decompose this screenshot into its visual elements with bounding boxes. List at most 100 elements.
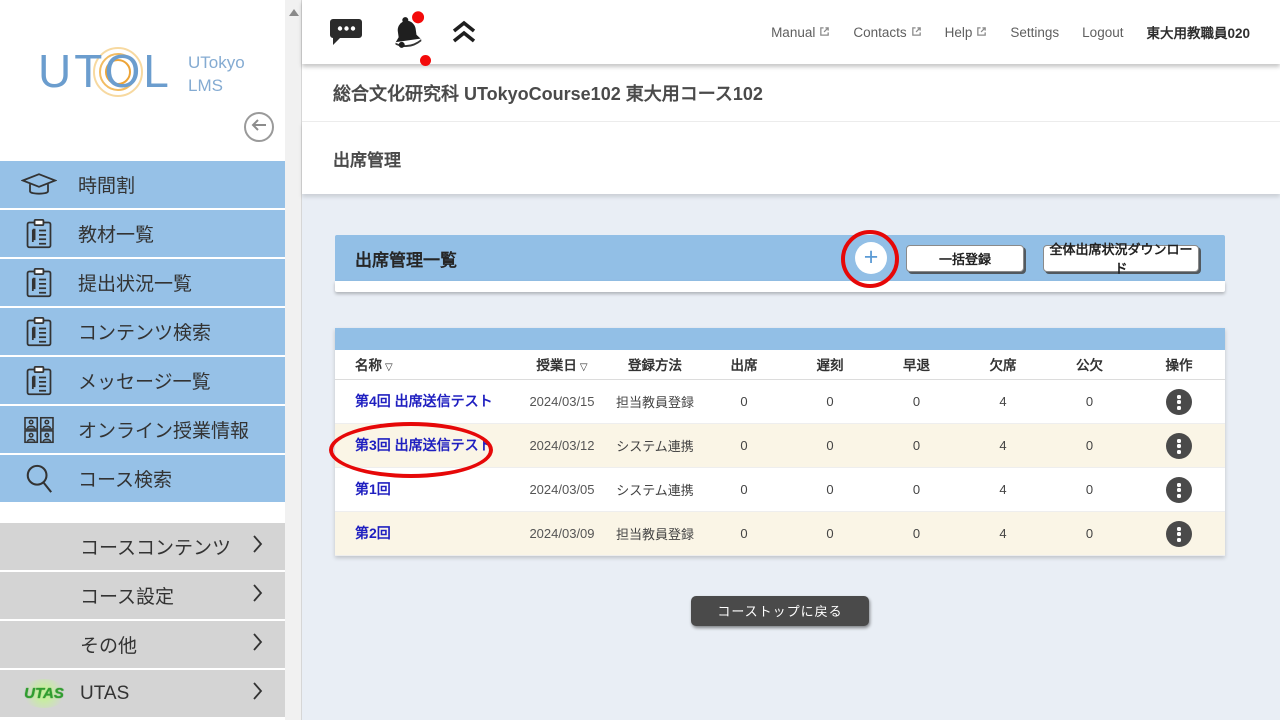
present-count: 0 <box>701 423 787 467</box>
chat-icon[interactable] <box>329 18 363 46</box>
header-label: 名称 <box>355 358 382 373</box>
registration-method: システム連携 <box>609 467 701 511</box>
help-link[interactable]: Help <box>945 25 988 40</box>
content-area: 出席管理一覧 + 一括登録 全体出席状況ダウンロード 名称▽ <box>302 194 1280 720</box>
attendance-item-link[interactable]: 第2回 <box>355 525 391 541</box>
table-header-row: 名称▽ 授業日▽ 登録方法 出席 遅刻 早退 欠席 公欠 操作 <box>335 350 1225 379</box>
header-label: 欠席 <box>990 358 1017 373</box>
sidebar-item-materials[interactable]: 教材一覧 <box>0 210 285 257</box>
panel-title: 出席管理一覧 <box>355 246 457 271</box>
absent-count: 4 <box>960 467 1046 511</box>
sort-icon: ▽ <box>385 362 393 373</box>
scroll-up-arrow-icon[interactable] <box>289 9 299 16</box>
sidebar-scrollbar[interactable] <box>285 0 302 720</box>
table-top-bar <box>335 328 1225 350</box>
notifications-bell-icon[interactable] <box>390 14 424 50</box>
course-title: 総合文化研究科 UTokyoCourse102 東大用コース102 <box>333 80 763 106</box>
back-to-course-top-button[interactable]: コーストップに戻る <box>691 596 868 626</box>
row-actions-kebab-button[interactable] <box>1166 477 1192 503</box>
header-label: 操作 <box>1166 358 1193 373</box>
sidebar-item-course-search[interactable]: コース検索 <box>0 455 285 502</box>
attendance-item-link[interactable]: 第1回 <box>355 481 391 497</box>
sidebar-group-menus: コースコンテンツ コース設定 その他 UTAS UTAS <box>0 523 285 719</box>
add-attendance-button[interactable]: + <box>855 242 887 274</box>
topbar: Manual Contacts Help Settings Logout 東大用… <box>302 0 1280 64</box>
excused-count: 0 <box>1046 511 1133 555</box>
table-row: 第1回 2024/03/05 システム連携 0 0 0 4 0 <box>335 467 1225 511</box>
sidebar-item-content-search[interactable]: コンテンツ検索 <box>0 308 285 355</box>
graduation-cap-icon <box>20 167 58 203</box>
header-label: 早退 <box>903 358 930 373</box>
class-date: 2024/03/15 <box>515 379 609 423</box>
sidebar-item-label: コースコンテンツ <box>80 533 231 560</box>
sidebar-item-others[interactable]: その他 <box>0 621 285 668</box>
utas-logo-text: UTAS <box>21 679 67 708</box>
manual-link[interactable]: Manual <box>771 25 830 40</box>
column-header-actions: 操作 <box>1133 350 1225 379</box>
clipboard-icon <box>20 363 58 399</box>
logo-area: UTOL UTokyo LMS <box>0 0 285 161</box>
row-actions-kebab-button[interactable] <box>1166 521 1192 547</box>
attendance-table: 名称▽ 授業日▽ 登録方法 出席 遅刻 早退 欠席 公欠 操作 <box>335 328 1225 556</box>
sidebar-item-utas[interactable]: UTAS UTAS <box>0 670 285 717</box>
contacts-link-label: Contacts <box>853 25 906 40</box>
back-button-row: コーストップに戻る <box>335 596 1225 626</box>
header-label: 公欠 <box>1076 358 1103 373</box>
class-date: 2024/03/12 <box>515 423 609 467</box>
sidebar-collapse-button[interactable] <box>244 112 274 142</box>
logout-link-label: Logout <box>1082 25 1123 40</box>
late-count: 0 <box>787 379 873 423</box>
help-link-label: Help <box>945 25 973 40</box>
external-link-icon <box>819 25 830 40</box>
class-date: 2024/03/05 <box>515 467 609 511</box>
utas-logo-icon: UTAS <box>24 679 64 708</box>
app-window: UTOL UTokyo LMS 時間割 教材一覧 <box>0 0 1280 720</box>
present-count: 0 <box>701 511 787 555</box>
topbar-icons <box>302 16 477 48</box>
class-date: 2024/03/09 <box>515 511 609 555</box>
attendance-item-link[interactable]: 第4回 出席送信テスト <box>355 393 493 409</box>
sort-icon: ▽ <box>580 362 588 373</box>
chevron-right-icon <box>252 633 263 656</box>
column-header-excused: 公欠 <box>1046 350 1133 379</box>
sidebar-item-messages[interactable]: メッセージ一覧 <box>0 357 285 404</box>
utol-logo: UTOL <box>38 44 172 98</box>
sidebar-item-label: オンライン授業情報 <box>78 416 249 443</box>
sidebar-item-course-settings[interactable]: コース設定 <box>0 572 285 619</box>
late-count: 0 <box>787 511 873 555</box>
bulk-register-button[interactable]: 一括登録 <box>906 245 1024 272</box>
plus-icon: + <box>864 245 879 270</box>
early-leave-count: 0 <box>873 511 960 555</box>
username-label: 東大用教職員020 <box>1146 22 1250 42</box>
sidebar-item-timetable[interactable]: 時間割 <box>0 161 285 208</box>
contacts-link[interactable]: Contacts <box>853 25 921 40</box>
course-title-bar: 総合文化研究科 UTokyoCourse102 東大用コース102 <box>302 64 1280 122</box>
sidebar-item-submission-status[interactable]: 提出状況一覧 <box>0 259 285 306</box>
clipboard-icon <box>20 265 58 301</box>
column-header-name[interactable]: 名称▽ <box>335 350 515 379</box>
row-actions-kebab-button[interactable] <box>1166 389 1192 415</box>
clipboard-icon <box>20 314 58 350</box>
settings-link[interactable]: Settings <box>1010 25 1059 40</box>
sidebar-item-course-contents[interactable]: コースコンテンツ <box>0 523 285 570</box>
column-header-present: 出席 <box>701 350 787 379</box>
attendance-item-link[interactable]: 第3回 出席送信テスト <box>355 437 493 453</box>
row-actions-kebab-button[interactable] <box>1166 433 1192 459</box>
logout-link[interactable]: Logout <box>1082 25 1123 40</box>
header-label: 授業日 <box>536 358 577 373</box>
panel-actions: + 一括登録 全体出席状況ダウンロード <box>855 242 1199 274</box>
sidebar-item-label: その他 <box>80 631 137 658</box>
section-title-bar: 出席管理 <box>302 122 1280 194</box>
excused-count: 0 <box>1046 423 1133 467</box>
notification-badge <box>411 11 425 25</box>
sidebar-item-label: UTAS <box>80 683 129 705</box>
excused-count: 0 <box>1046 467 1133 511</box>
column-header-absent: 欠席 <box>960 350 1046 379</box>
absent-count: 4 <box>960 379 1046 423</box>
early-leave-count: 0 <box>873 467 960 511</box>
sidebar-item-online-class-info[interactable]: オンライン授業情報 <box>0 406 285 453</box>
column-header-date[interactable]: 授業日▽ <box>515 350 609 379</box>
download-attendance-button[interactable]: 全体出席状況ダウンロード <box>1043 245 1199 272</box>
manual-link-label: Manual <box>771 25 815 40</box>
collapse-topbar-icon[interactable] <box>451 20 477 44</box>
